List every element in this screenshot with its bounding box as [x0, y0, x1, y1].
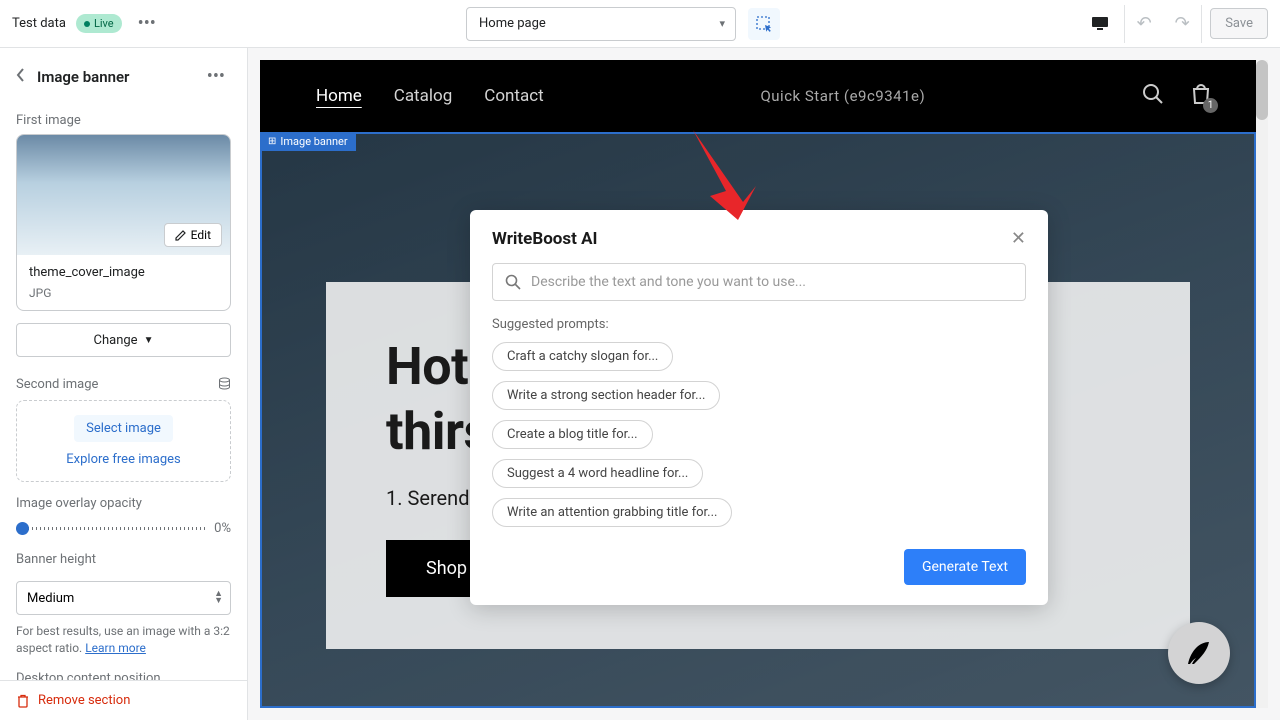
scrollbar-thumb[interactable] [1256, 60, 1268, 120]
feather-icon [1184, 638, 1214, 668]
prompt-chip[interactable]: Suggest a 4 word headline for... [492, 459, 703, 488]
prompt-chip[interactable]: Write a strong section header for... [492, 381, 720, 410]
more-menu-button[interactable]: ••• [132, 9, 162, 38]
modal-close-button[interactable]: ✕ [1011, 228, 1026, 249]
prompt-chip[interactable]: Create a blog title for... [492, 420, 653, 449]
save-button[interactable]: Save [1210, 8, 1268, 39]
first-image-card: Edit theme_cover_image JPG [16, 134, 231, 311]
banner-height-label: Banner height [0, 536, 247, 573]
section-picker-button[interactable] [748, 8, 780, 40]
page-selector-value: Home page [479, 16, 546, 31]
writeboost-modal: WriteBoost AI ✕ Suggested prompts: Craft… [470, 210, 1048, 605]
generate-text-button[interactable]: Generate Text [904, 549, 1026, 585]
undo-button[interactable]: ↶ [1125, 5, 1163, 43]
modal-title: WriteBoost AI [492, 229, 598, 249]
change-label: Change [94, 333, 138, 348]
test-data-label: Test data [12, 16, 66, 31]
remove-section-label: Remove section [38, 693, 130, 708]
banner-height-select[interactable]: Medium [16, 581, 231, 615]
edit-image-button[interactable]: Edit [164, 223, 222, 247]
change-image-button[interactable]: Change ▼ [16, 323, 231, 357]
nav-home[interactable]: Home [316, 86, 362, 106]
store-header: Home Catalog Contact Quick Start (e9c934… [260, 60, 1268, 132]
image-extension: JPG [29, 286, 218, 300]
prompt-input[interactable] [531, 274, 1013, 290]
nav-catalog[interactable]: Catalog [394, 86, 453, 106]
remove-section-button[interactable]: Remove section [0, 680, 247, 720]
page-selector[interactable]: Home page [466, 7, 736, 41]
slider-thumb[interactable] [16, 522, 29, 535]
section-more-button[interactable]: ••• [201, 62, 231, 91]
section-tag-label: Image banner [280, 135, 347, 148]
explore-free-images-link[interactable]: Explore free images [66, 452, 180, 467]
suggested-prompts-label: Suggested prompts: [492, 317, 1026, 332]
select-image-button[interactable]: Select image [74, 415, 173, 442]
back-button[interactable] [16, 67, 25, 86]
prompt-input-wrap[interactable] [492, 263, 1026, 301]
learn-more-link[interactable]: Learn more [85, 641, 146, 655]
monitor-icon [1091, 16, 1109, 31]
settings-sidebar: Image banner ••• First image Edit theme_… [0, 48, 248, 720]
search-icon[interactable] [1142, 83, 1164, 109]
first-image-label: First image [0, 105, 247, 134]
edit-label: Edit [191, 228, 211, 242]
second-image-dropzone[interactable]: Select image Explore free images [16, 400, 231, 482]
trash-icon [16, 694, 30, 708]
opacity-value: 0% [214, 521, 231, 536]
canvas-scrollbar[interactable] [1256, 60, 1268, 708]
top-bar: Test data Live ••• Home page ↶ ↷ Save [0, 0, 1280, 48]
nav-contact[interactable]: Contact [484, 86, 543, 106]
opacity-slider[interactable] [16, 527, 206, 530]
redo-button[interactable]: ↷ [1163, 5, 1201, 43]
writeboost-fab[interactable] [1168, 622, 1230, 684]
opacity-label: Image overlay opacity [16, 496, 231, 511]
section-tag[interactable]: ⊞ Image banner [260, 132, 356, 151]
image-preview[interactable]: Edit [17, 135, 230, 255]
selection-icon [755, 15, 773, 33]
live-badge: Live [76, 14, 122, 33]
store-title: Quick Start (e9c9341e) [574, 87, 1112, 105]
database-icon [218, 375, 231, 394]
cart-count-badge: 1 [1203, 98, 1218, 113]
cart-button[interactable]: 1 [1190, 82, 1212, 110]
prompt-chip[interactable]: Craft a catchy slogan for... [492, 342, 673, 371]
image-filename: theme_cover_image [29, 265, 218, 280]
sidebar-title: Image banner [37, 68, 129, 86]
desktop-view-button[interactable] [1084, 8, 1116, 40]
desktop-position-label: Desktop content position [0, 657, 247, 680]
search-icon [505, 274, 521, 290]
prompt-chip[interactable]: Write an attention grabbing title for... [492, 498, 732, 527]
helper-text: For best results, use an image with a 3:… [0, 615, 247, 657]
pencil-icon [175, 230, 186, 241]
second-image-label: Second image [16, 377, 98, 392]
